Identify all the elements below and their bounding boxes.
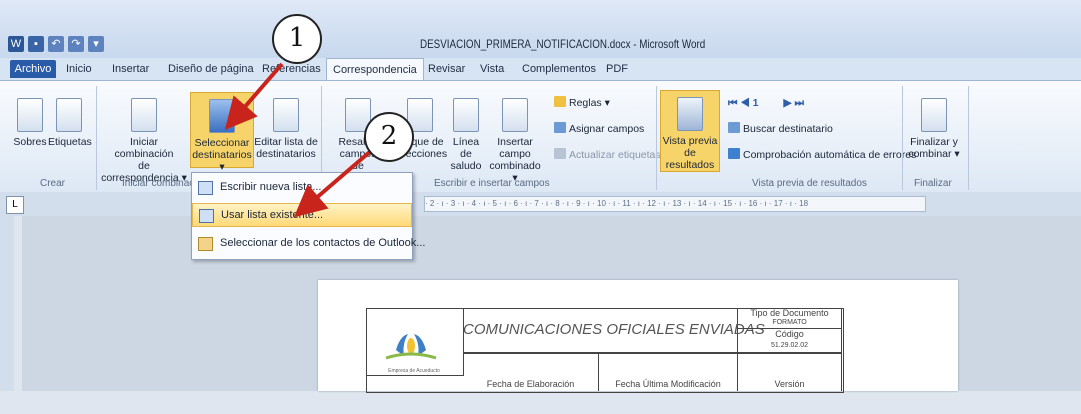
arrow-step1 — [224, 62, 284, 131]
annotation-arrows — [224, 62, 374, 218]
arrow-step2 — [293, 148, 374, 218]
annotation-step-1: 1 — [272, 14, 322, 64]
annotation-step-2: 2 — [364, 112, 414, 162]
